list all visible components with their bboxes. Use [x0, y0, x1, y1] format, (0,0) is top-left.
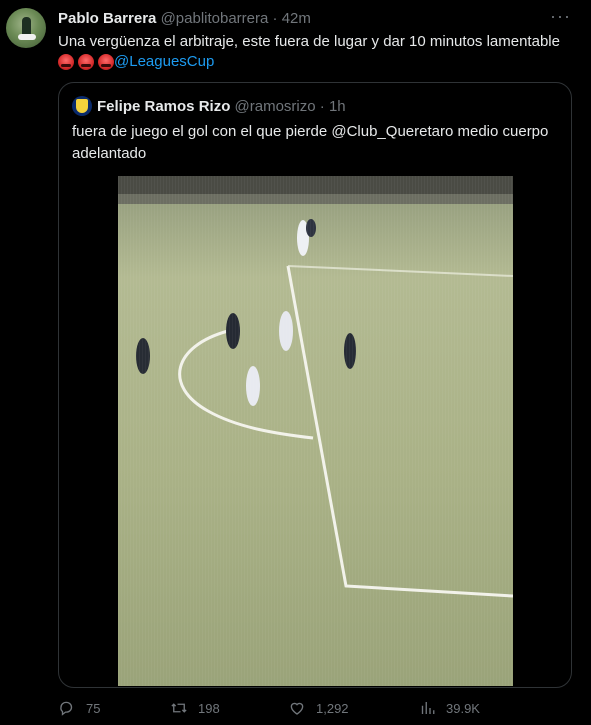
action-bar: 75 198 1,292 39.9K: [58, 696, 578, 720]
quoted-header: Felipe Ramos Rizo @ramosrizo · 1h: [97, 98, 346, 116]
like-button[interactable]: 1,292: [288, 696, 349, 720]
reply-count: 75: [86, 700, 101, 716]
quoted-tweet[interactable]: Felipe Ramos Rizo @ramosrizo · 1h fuera …: [58, 82, 572, 688]
reply-icon: [60, 701, 73, 716]
quoted-author-avatar: [72, 96, 92, 116]
quoted-media-image[interactable]: [118, 176, 513, 686]
pitch-photo: [118, 176, 513, 686]
reply-button[interactable]: 75: [58, 696, 100, 720]
quoted-author-handle: @ramosrizo: [234, 98, 316, 115]
quoted-author-name: Felipe Ramos Rizo: [97, 98, 231, 115]
author-handle[interactable]: @pablitobarrera: [161, 10, 269, 27]
author-avatar[interactable]: [6, 8, 46, 48]
emoji-group: [58, 54, 114, 71]
quoted-time: 1h: [328, 98, 346, 115]
angry-face-icon: [58, 54, 74, 71]
retweet-button[interactable]: 198: [170, 696, 220, 720]
tweet-text-block: Una vergüenza el arbitraje, este fuera d…: [58, 32, 578, 72]
separator: ·: [319, 98, 325, 115]
angry-face-icon: [78, 54, 94, 71]
like-count: 1,292: [316, 700, 349, 716]
retweet-icon: [171, 703, 187, 713]
tweet-time[interactable]: 42m: [282, 10, 311, 27]
views-button[interactable]: 39.9K: [418, 696, 480, 720]
retweet-count: 198: [198, 700, 220, 716]
tweet-text: Una vergüenza el arbitraje, este fuera d…: [58, 33, 560, 50]
views-count: 39.9K: [446, 700, 480, 716]
views-icon: [421, 702, 435, 714]
like-icon: [290, 702, 304, 715]
more-icon[interactable]: ···: [550, 6, 571, 27]
tweet-header: Pablo Barrera @pablitobarrera · 42m: [58, 10, 311, 28]
angry-face-icon: [98, 54, 114, 71]
quoted-text: fuera de juego el gol con el que pierde …: [72, 123, 549, 162]
separator: ·: [272, 10, 278, 27]
mention-link[interactable]: @LeaguesCup: [114, 53, 214, 70]
author-name[interactable]: Pablo Barrera: [58, 10, 156, 27]
tweet[interactable]: Pablo Barrera @pablitobarrera · 42m ··· …: [0, 0, 591, 725]
